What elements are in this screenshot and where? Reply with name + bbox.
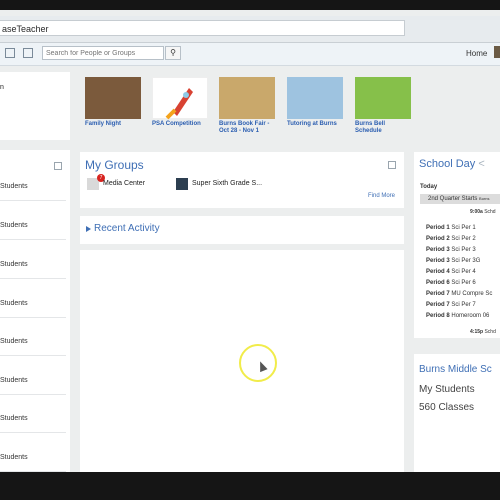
list-item[interactable]: Students [0,162,66,201]
period-row[interactable]: Period 1 Sci Per 1 [426,225,476,231]
start-time: 9:00a Schd [470,209,496,215]
link-family-night[interactable]: Family Night [85,77,143,128]
group-media-center[interactable]: 7 Media Center [87,174,177,192]
edit-icon[interactable] [5,48,15,58]
link-caption: PSA Competition [152,121,201,127]
list-item[interactable]: Students [0,279,66,318]
today-label: Today [420,184,438,190]
list-item[interactable]: Students [0,240,66,279]
school-day-title: School Day < [419,158,485,170]
gear-icon[interactable] [388,161,396,169]
rocket-thumbnail [152,77,208,120]
browser-screen: aseTeacher ⚲ Home n Family Night PSA Com… [0,10,500,472]
recent-activity-panel[interactable]: Recent Activity [80,216,404,244]
group-label: Super Sixth Grade S... [192,180,263,187]
family-night-thumbnail [85,77,141,119]
book-fair-thumbnail [219,77,275,119]
period-row[interactable]: Period 3 Sci Per 3G [426,258,480,264]
period-row[interactable]: Period 4 Sci Per 4 [426,269,476,275]
period-row[interactable]: Period 3 Sci Per 3 [426,247,476,253]
list-item[interactable]: Students [0,317,66,356]
left-profile-panel: n [0,72,70,140]
my-groups-title: My Groups [85,158,144,172]
school-name[interactable]: Burns Middle Sc [419,364,492,375]
calendar-icon[interactable] [23,48,33,58]
link-bell-schedule[interactable]: Burns Bell Schedule [355,77,413,135]
home-link[interactable]: Home [466,49,487,58]
link-caption: Burns Bell Schedule [355,121,386,134]
bell-schedule-thumbnail [355,77,411,119]
quick-links: Family Night PSA Competition Burns Book … [80,74,420,136]
group-super-sixth[interactable]: Super Sixth Grade S... [176,178,296,192]
quarter-event[interactable]: 2nd Quarter Starts Burns [420,194,500,204]
link-caption: Burns Book Fair - Oct 28 - Nov 1 [219,121,270,134]
period-row[interactable]: Period 8 Homeroom 06 [426,313,489,319]
group-icon [176,178,188,190]
end-time: 4:15p Schd [470,329,496,335]
list-item[interactable]: Students [0,394,66,433]
tutoring-thumbnail [287,77,343,119]
search-icon[interactable]: ⚲ [165,46,181,60]
period-row[interactable]: Period 7 MU Compre Sc [426,291,492,297]
left-classes-panel: Students Students Students Students Stud… [0,150,70,472]
list-item[interactable]: Students [0,201,66,240]
search-input[interactable] [42,46,164,60]
link-book-fair[interactable]: Burns Book Fair - Oct 28 - Nov 1 [219,77,277,135]
title-bar: aseTeacher [0,16,500,43]
link-caption: Tutoring at Burns [287,121,337,127]
link-tutoring[interactable]: Tutoring at Burns [287,77,345,128]
list-item[interactable]: Students [0,356,66,395]
recent-activity-title: Recent Activity [94,223,160,234]
my-groups-panel: My Groups 7 Media Center Super Sixth Gra… [80,152,404,208]
avatar[interactable] [494,46,500,58]
profile-label: n [0,84,4,91]
link-psa-competition[interactable]: PSA Competition [152,77,210,128]
classes-count[interactable]: 560 Classes [419,402,474,413]
find-more-link[interactable]: Find More [368,193,395,199]
group-label: Media Center [103,180,146,187]
link-caption: Family Night [85,121,122,127]
period-row[interactable]: Period 2 Sci Per 2 [426,236,476,242]
my-students-link[interactable]: My Students [419,384,475,395]
school-info-panel: Burns Middle Sc My Students 560 Classes [414,354,500,472]
period-row[interactable]: Period 6 Sci Per 6 [426,280,476,286]
school-day-panel: School Day < Today 2nd Quarter Starts Bu… [414,152,500,338]
list-item[interactable]: Students [0,433,66,472]
period-row[interactable]: Period 7 Sci Per 7 [426,302,476,308]
app-toolbar: ⚲ Home [0,43,500,66]
address-field[interactable]: aseTeacher [0,20,405,36]
chevron-left-icon[interactable]: < [478,158,484,170]
expand-arrow-icon[interactable] [86,226,91,232]
